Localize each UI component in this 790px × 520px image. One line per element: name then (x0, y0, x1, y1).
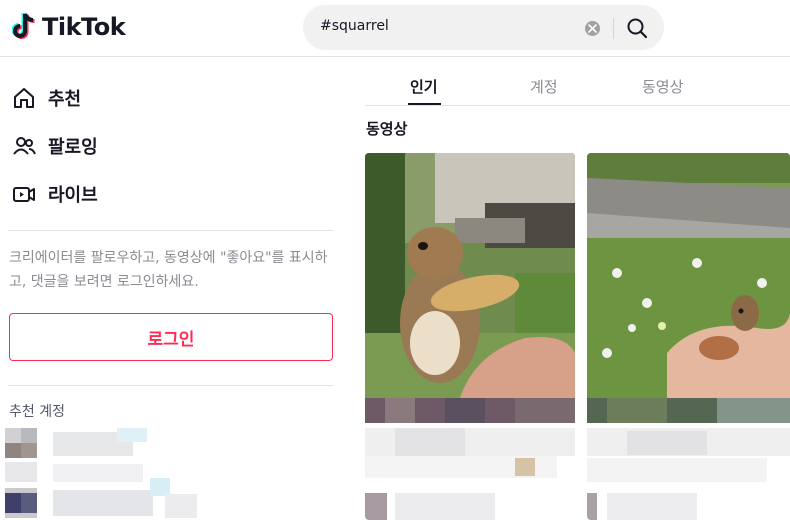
blurred-region (607, 398, 667, 423)
blurred-region (395, 428, 465, 456)
search-bar (303, 5, 664, 50)
clear-search-button[interactable] (585, 21, 600, 36)
sidebar: 추천 팔로잉 라이브 크리에이터를 팔로우하고, 동영상에 "좋아요"를 표시하… (0, 58, 345, 520)
blurred-region (587, 493, 597, 520)
sidebar-item-home[interactable]: 추천 (10, 82, 81, 114)
blurred-region (515, 398, 575, 423)
blurred-region (445, 398, 485, 423)
sidebar-item-live[interactable]: 라이브 (10, 178, 98, 210)
tiktok-note-icon (12, 12, 35, 39)
blurred-region (515, 458, 535, 476)
video-thumbnail (365, 153, 575, 398)
sidebar-item-label: 추천 (48, 89, 82, 110)
home-icon (10, 84, 38, 112)
tab-videos[interactable]: 동영상 (642, 76, 683, 97)
suggested-accounts-title: 추천 계정 (9, 404, 65, 420)
video-card[interactable] (587, 153, 790, 520)
active-tab-indicator (408, 103, 441, 105)
login-hint-text: 크리에이터를 팔로우하고, 동영상에 "좋아요"를 표시하고, 댓글을 보려면 … (9, 250, 328, 290)
login-button[interactable]: 로그인 (9, 313, 333, 361)
video-card[interactable] (365, 153, 575, 520)
logo-text: TikTok (42, 13, 126, 41)
section-title: 동영상 (366, 120, 408, 138)
search-result-tabs: 인기 계정 동영상 (365, 58, 790, 106)
search-divider (613, 18, 614, 39)
following-icon (10, 132, 38, 160)
search-input[interactable] (320, 18, 570, 34)
tab-accounts[interactable]: 계정 (530, 76, 558, 97)
sidebar-item-label: 라이브 (48, 185, 98, 206)
live-icon (10, 180, 38, 208)
tiktok-logo[interactable]: TikTok (12, 10, 126, 44)
top-bar: TikTok (0, 0, 790, 57)
sidebar-divider (8, 385, 333, 386)
search-button[interactable] (622, 14, 652, 42)
sidebar-divider (8, 230, 333, 231)
blurred-region (587, 458, 767, 482)
tab-top[interactable]: 인기 (410, 76, 438, 97)
close-icon (588, 24, 597, 33)
suggested-accounts-list (5, 428, 205, 520)
search-icon (627, 18, 648, 39)
blurred-region (365, 493, 387, 520)
blurred-region (627, 431, 707, 455)
blurred-region (607, 493, 697, 520)
blurred-region (717, 398, 790, 423)
blurred-region (385, 398, 415, 423)
sidebar-item-following[interactable]: 팔로잉 (10, 130, 98, 162)
video-thumbnail (587, 153, 790, 398)
sidebar-item-label: 팔로잉 (48, 137, 98, 158)
blurred-region (395, 493, 495, 520)
